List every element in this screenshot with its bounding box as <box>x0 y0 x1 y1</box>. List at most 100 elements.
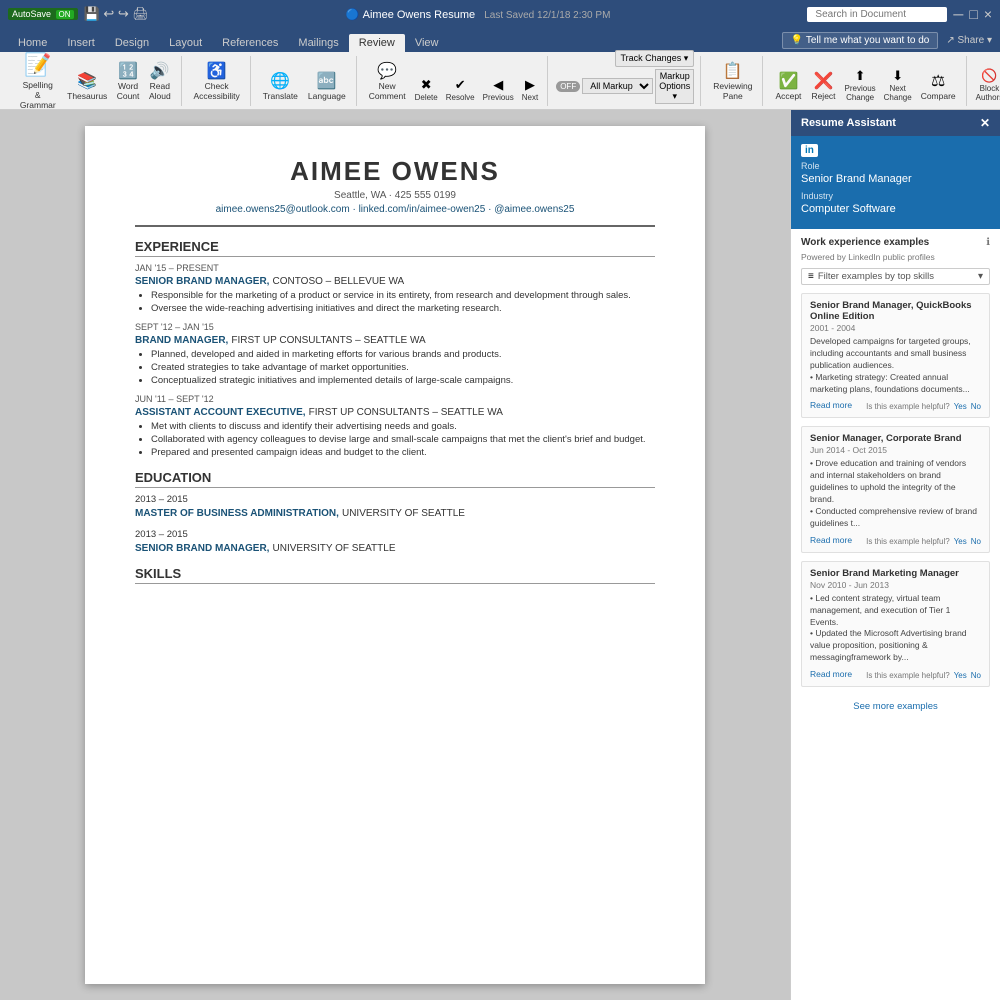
reject-icon: ❌ <box>814 74 834 90</box>
ribbon-group-protect: 🚫 BlockAuthors 🔒 ProtectDocument 📖 Alway… <box>969 56 1000 106</box>
ribbon-group-accessibility: ♿ CheckAccessibility <box>184 56 251 106</box>
experience-section-title: EXPERIENCE <box>135 239 655 257</box>
title-bar-left: AutoSave ON 💾 ↩ ↪ 🖨 <box>8 6 149 22</box>
example1-yes-button[interactable]: Yes <box>954 402 967 411</box>
tab-view[interactable]: View <box>405 34 449 52</box>
tab-review[interactable]: Review <box>349 34 405 52</box>
compare-icon: ⚖ <box>931 74 945 90</box>
track-off-toggle[interactable]: OFF <box>556 81 580 92</box>
accessibility-icon: ♿ <box>207 64 227 80</box>
accept-icon: ✅ <box>778 74 798 90</box>
example3-read-more[interactable]: Read more <box>810 669 852 679</box>
main-area: AIMEE OWENS Seattle, WA · 425 555 0199 a… <box>0 110 1000 1000</box>
translate-button[interactable]: 🌐 Translate <box>259 71 302 104</box>
job2-bullet-3: Conceptualized strategic initiatives and… <box>151 375 655 386</box>
next-change-button[interactable]: ⬇ NextChange <box>881 66 915 104</box>
check-accessibility-button[interactable]: ♿ CheckAccessibility <box>190 61 244 104</box>
thesaurus-button[interactable]: 📚 Thesaurus <box>64 71 111 104</box>
tab-references[interactable]: References <box>212 34 288 52</box>
example1-text: Developed campaigns for targeted groups,… <box>810 336 981 395</box>
track-changes-button[interactable]: Track Changes ▾ <box>615 50 695 67</box>
previous-comment-button[interactable]: ◀ Previous <box>480 75 517 104</box>
reject-button[interactable]: ❌ Reject <box>807 71 839 104</box>
word-count-button[interactable]: 🔢 WordCount <box>113 61 143 104</box>
tab-insert[interactable]: Insert <box>57 34 105 52</box>
job3-company: FIRST UP CONSULTANTS – SEATTLE WA <box>309 407 503 418</box>
example-card-2: Senior Manager, Corporate Brand Jun 2014… <box>801 426 990 552</box>
title-bar-center: 🔵 Aimee Owens Resume Last Saved 12/1/18 … <box>149 8 808 21</box>
spelling-icon: 📝 <box>24 52 51 78</box>
title-bar: AutoSave ON 💾 ↩ ↪ 🖨 🔵 Aimee Owens Resume… <box>0 0 1000 28</box>
work-exp-header: Work experience examples ℹ <box>801 237 990 248</box>
resume-location: Seattle, WA · 425 555 0199 <box>135 190 655 201</box>
block-authors-button[interactable]: 🚫 BlockAuthors <box>975 66 1000 104</box>
panel-close-button[interactable]: ✕ <box>980 116 990 130</box>
search-input[interactable] <box>807 7 947 22</box>
document: AIMEE OWENS Seattle, WA · 425 555 0199 a… <box>85 126 705 984</box>
example2-text: • Drove education and training of vendor… <box>810 458 981 529</box>
job2-bullet-2: Created strategies to take advantage of … <box>151 362 655 373</box>
linkedin-logo: in <box>801 144 818 157</box>
job2-title-company: BRAND MANAGER, FIRST UP CONSULTANTS – SE… <box>135 334 655 346</box>
tab-design[interactable]: Design <box>105 34 159 52</box>
see-more-button[interactable]: See more examples <box>801 695 990 718</box>
job2-title: BRAND MANAGER, <box>135 335 228 346</box>
tab-home[interactable]: Home <box>8 34 57 52</box>
document-area: AIMEE OWENS Seattle, WA · 425 555 0199 a… <box>0 110 790 1000</box>
job1-bullet-2: Oversee the wide-reaching advertising in… <box>151 303 655 314</box>
example2-read-more[interactable]: Read more <box>810 535 852 545</box>
job2-bullet-1: Planned, developed and aided in marketin… <box>151 349 655 360</box>
reviewing-pane-button[interactable]: 📋 ReviewingPane <box>709 61 756 104</box>
read-aloud-button[interactable]: 🔊 ReadAloud <box>145 61 174 104</box>
markup-select[interactable]: All Markup <box>582 78 653 94</box>
close-btn[interactable]: × <box>984 6 992 22</box>
example1-no-button[interactable]: No <box>971 402 981 411</box>
next-comment-button[interactable]: ▶ Next <box>519 75 541 104</box>
accept-button[interactable]: ✅ Accept <box>771 71 805 104</box>
example2-title: Senior Manager, Corporate Brand <box>810 433 981 444</box>
job3-bullet-1: Met with clients to discuss and identify… <box>151 421 655 432</box>
ribbon-group-proofing: 📝 Spelling &Grammar 📚 Thesaurus 🔢 WordCo… <box>8 56 182 106</box>
panel-title: Resume Assistant <box>801 117 896 129</box>
job1-bullet-1: Responsible for the marketing of a produ… <box>151 290 655 301</box>
info-icon[interactable]: ℹ <box>986 237 990 248</box>
tell-me-button[interactable]: 💡 Tell me what you want to do <box>782 32 938 49</box>
role-field: Role Senior Brand Manager <box>801 161 990 185</box>
share-button[interactable]: ↗ Share ▾ <box>946 35 992 46</box>
example1-read-more[interactable]: Read more <box>810 400 852 410</box>
resolve-button[interactable]: ✔ Resolve <box>443 75 478 104</box>
reviewing-icon: 📋 <box>723 64 743 80</box>
delete-comment-button[interactable]: ✖ Delete <box>412 75 441 104</box>
read-aloud-icon: 🔊 <box>150 64 170 80</box>
example2-yes-button[interactable]: Yes <box>954 537 967 546</box>
maximize-btn[interactable]: □ <box>969 6 977 22</box>
job1-title-company: SENIOR BRAND MANAGER, CONTOSO – BELLEVUE… <box>135 275 655 287</box>
industry-field: Industry Computer Software <box>801 191 990 215</box>
next-icon: ▶ <box>525 77 535 93</box>
new-comment-button[interactable]: 💬 NewComment <box>365 61 410 104</box>
tab-mailings[interactable]: Mailings <box>288 34 348 52</box>
comment-icon: 💬 <box>377 64 397 80</box>
job3-bullet-3: Prepared and presented campaign ideas an… <box>151 447 655 458</box>
tab-layout[interactable]: Layout <box>159 34 212 52</box>
example2-no-button[interactable]: No <box>971 537 981 546</box>
previous-change-button[interactable]: ⬆ PreviousChange <box>842 66 879 104</box>
example3-yes-button[interactable]: Yes <box>954 671 967 680</box>
delete-icon: ✖ <box>421 77 432 93</box>
markup-options-button[interactable]: Markup Options ▾ <box>655 69 694 104</box>
filter-bar[interactable]: ≡ Filter examples by top skills ▾ <box>801 268 990 285</box>
spelling-grammar-button[interactable]: 📝 Spelling &Grammar <box>14 58 62 104</box>
language-button[interactable]: 🔤 Language <box>304 71 350 104</box>
example-card-3: Senior Brand Marketing Manager Nov 2010 … <box>801 561 990 687</box>
example2-date: Jun 2014 - Oct 2015 <box>810 445 981 455</box>
example3-no-button[interactable]: No <box>971 671 981 680</box>
resolve-icon: ✔ <box>455 77 466 93</box>
ribbon: 📝 Spelling &Grammar 📚 Thesaurus 🔢 WordCo… <box>0 52 1000 110</box>
job1-company: CONTOSO – BELLEVUE WA <box>273 276 405 287</box>
minimize-btn[interactable]: ─ <box>953 6 963 22</box>
toolbar-icons: 💾 ↩ ↪ 🖨 <box>84 6 149 22</box>
example3-date: Nov 2010 - Jun 2013 <box>810 580 981 590</box>
work-exp-title: Work experience examples <box>801 237 929 248</box>
compare-button[interactable]: ⚖ Compare <box>917 71 960 104</box>
filter-label: Filter examples by top skills <box>818 271 978 282</box>
